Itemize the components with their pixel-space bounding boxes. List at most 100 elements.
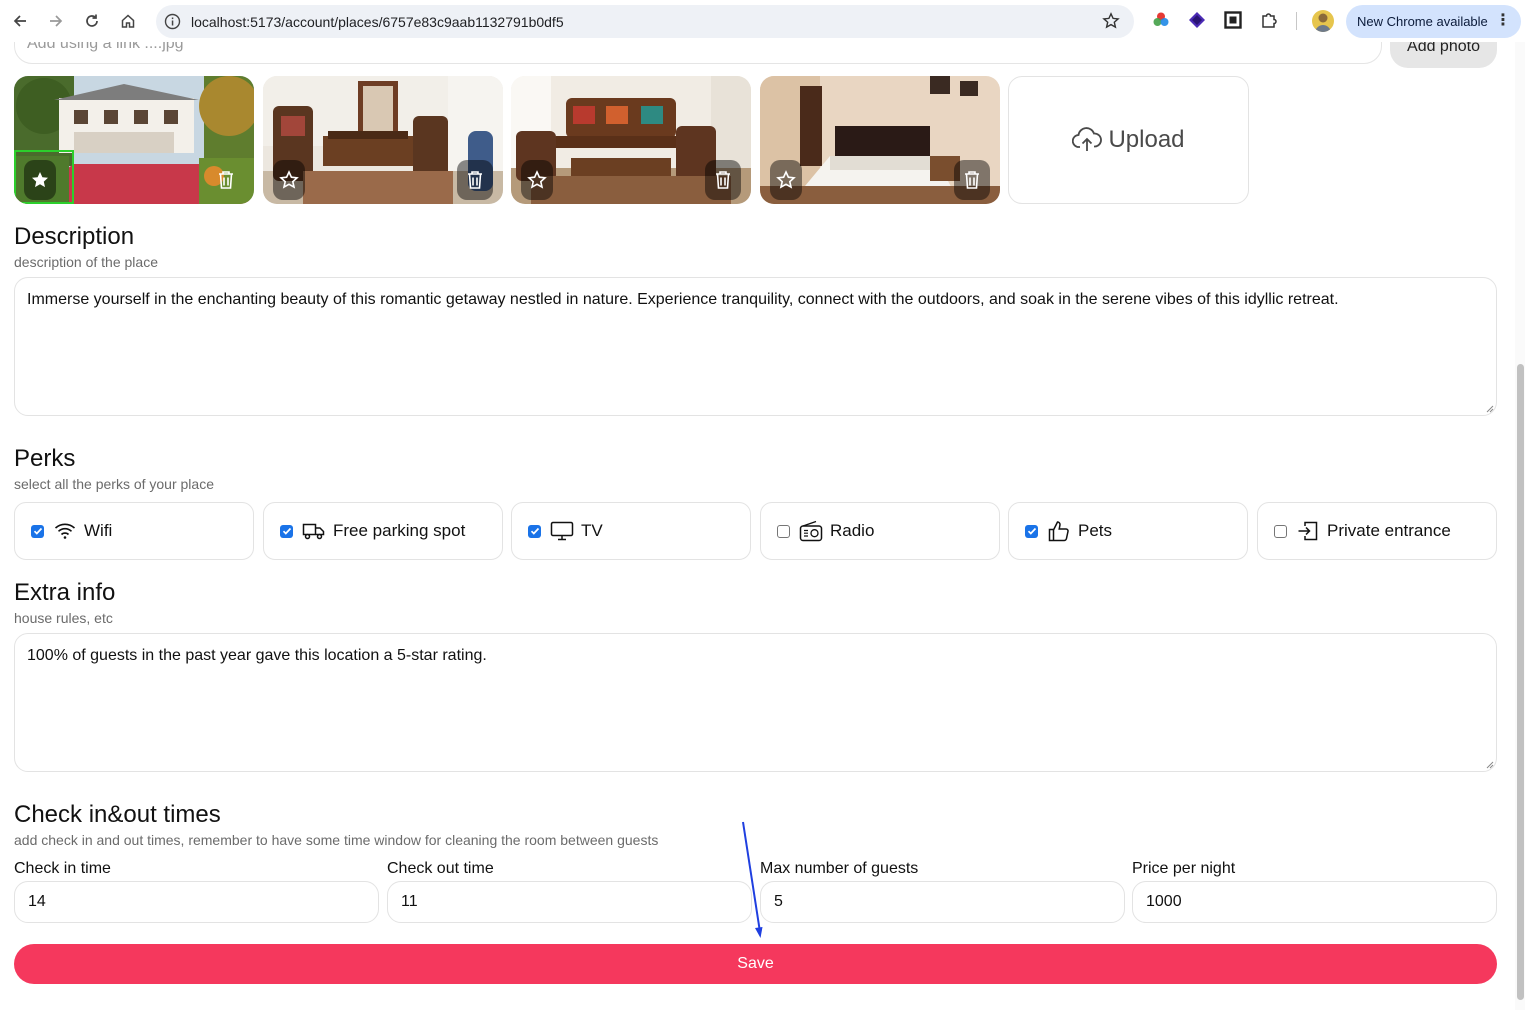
upload-label: Upload [1108,126,1185,153]
check-out-label: Check out time [387,860,494,877]
perk-radio[interactable]: Radio [760,502,1000,560]
delete-photo-button[interactable] [705,160,741,200]
cloud-upload-icon [1072,127,1103,151]
home-icon [121,14,135,28]
wifi-icon [54,523,76,539]
star-outline-icon [527,170,547,189]
forward-button[interactable] [41,6,71,36]
perks-title: Perks [14,445,76,472]
description-textarea[interactable]: Immerse yourself in the enchanting beaut… [14,277,1497,416]
perk-label: Radio [830,521,875,540]
url-text: localhost:5173/account/places/6757e83c9a… [191,13,564,30]
extra-info-textarea[interactable]: 100% of guests in the past year gave thi… [14,633,1497,772]
delete-photo-button[interactable] [457,160,493,200]
description-text: Immerse yourself in the enchanting beaut… [27,291,1339,308]
max-guests-label: Max number of guests [760,860,919,877]
frame-extension-icon[interactable] [1223,10,1243,30]
address-bar[interactable]: localhost:5173/account/places/6757e83c9a… [156,5,1134,38]
perk-tv-checkbox[interactable] [528,524,541,538]
check-in-label: Check in time [14,860,111,877]
resize-grip-icon[interactable] [1484,403,1494,413]
upload-photo-button[interactable]: Upload [1008,76,1249,204]
star-filled-icon [32,172,48,188]
perk-label: TV [581,521,603,540]
save-button[interactable]: Save [14,944,1497,984]
perk-radio-checkbox[interactable] [777,524,790,538]
profile-avatar[interactable] [1312,10,1334,32]
delete-photo-button[interactable] [208,160,244,200]
perk-wifi[interactable]: Wifi [14,502,254,560]
truck-icon [302,523,325,540]
check-icon [1027,527,1036,535]
perk-pets-checkbox[interactable] [1025,524,1038,538]
bookmark-star-icon[interactable] [1102,12,1120,30]
set-main-photo-button[interactable] [24,160,56,200]
perk-label: Private entrance [1327,521,1451,540]
max-guests-input[interactable]: 5 [760,881,1125,923]
perk-parking[interactable]: Free parking spot [263,502,503,560]
radio-icon [799,520,823,542]
resize-grip-icon[interactable] [1484,759,1494,769]
perk-private-entrance[interactable]: Private entrance [1257,502,1497,560]
back-button[interactable] [5,6,35,36]
photo-thumbnail [14,76,254,204]
perk-tv[interactable]: TV [511,502,751,560]
thumbs-up-icon [1048,521,1069,542]
times-title: Check in&out times [14,801,221,828]
reload-icon [86,14,98,27]
photo-thumbnail [263,76,503,204]
perk-wifi-checkbox[interactable] [31,524,44,538]
star-outline-icon [776,170,796,189]
new-chrome-available-button[interactable]: New Chrome available ⋮ [1346,5,1521,38]
perk-pets[interactable]: Pets [1008,502,1248,560]
price-per-night-input[interactable]: 1000 [1132,881,1497,923]
star-outline-icon [279,170,299,189]
perk-label: Wifi [84,521,113,540]
set-main-photo-button[interactable] [273,160,305,200]
trash-icon [965,171,979,189]
door-enter-icon [1298,521,1318,541]
perks-subtitle: select all the perks of your place [14,476,214,492]
set-main-photo-button[interactable] [770,160,802,200]
check-icon [530,527,539,535]
photo-link-input[interactable]: Add using a link ....jpg [14,42,1382,64]
delete-photo-button[interactable] [954,160,990,200]
perk-parking-checkbox[interactable] [280,524,293,538]
check-icon [282,527,291,535]
check-in-input[interactable]: 14 [14,881,379,923]
set-main-photo-button[interactable] [521,160,553,200]
puzzle-extensions-icon[interactable] [1259,10,1279,30]
browser-toolbar: localhost:5173/account/places/6757e83c9a… [0,0,1525,42]
profile-person-icon [1315,13,1331,32]
times-subtitle: add check in and out times, remember to … [14,832,659,848]
update-label: New Chrome available [1357,14,1488,29]
description-subtitle: description of the place [14,254,158,270]
perk-label: Free parking spot [333,521,466,540]
photo-thumbnail [511,76,751,204]
description-title: Description [14,223,135,250]
trash-icon [468,171,482,189]
monitor-icon [550,521,574,541]
trash-icon [716,171,730,189]
photo-thumbnail [760,76,1000,204]
trash-icon [219,171,233,189]
check-out-input[interactable]: 11 [387,881,752,923]
price-per-night-label: Price per night [1132,860,1236,877]
extra-info-subtitle: house rules, etc [14,610,113,626]
place-form: Add using a link ....jpg Add photo Uploa… [0,42,1525,1010]
extra-info-title: Extra info [14,579,116,606]
add-photo-button[interactable]: Add photo [1390,42,1497,68]
arrow-right-icon [50,15,63,27]
site-info-icon[interactable] [164,13,181,30]
page-scrollbar[interactable] [1515,42,1525,1010]
extra-info-text: 100% of guests in the past year gave thi… [27,647,487,664]
toolbar-divider [1296,12,1297,30]
scrollbar-thumb[interactable] [1517,364,1524,1000]
color-extension-icon[interactable] [1151,10,1171,30]
home-button[interactable] [113,6,143,36]
layers-extension-icon[interactable] [1187,10,1207,30]
perk-private-entrance-checkbox[interactable] [1274,524,1287,538]
more-vertical-icon[interactable]: ⋮ [1495,13,1511,29]
perk-label: Pets [1078,521,1113,540]
reload-button[interactable] [77,6,107,36]
